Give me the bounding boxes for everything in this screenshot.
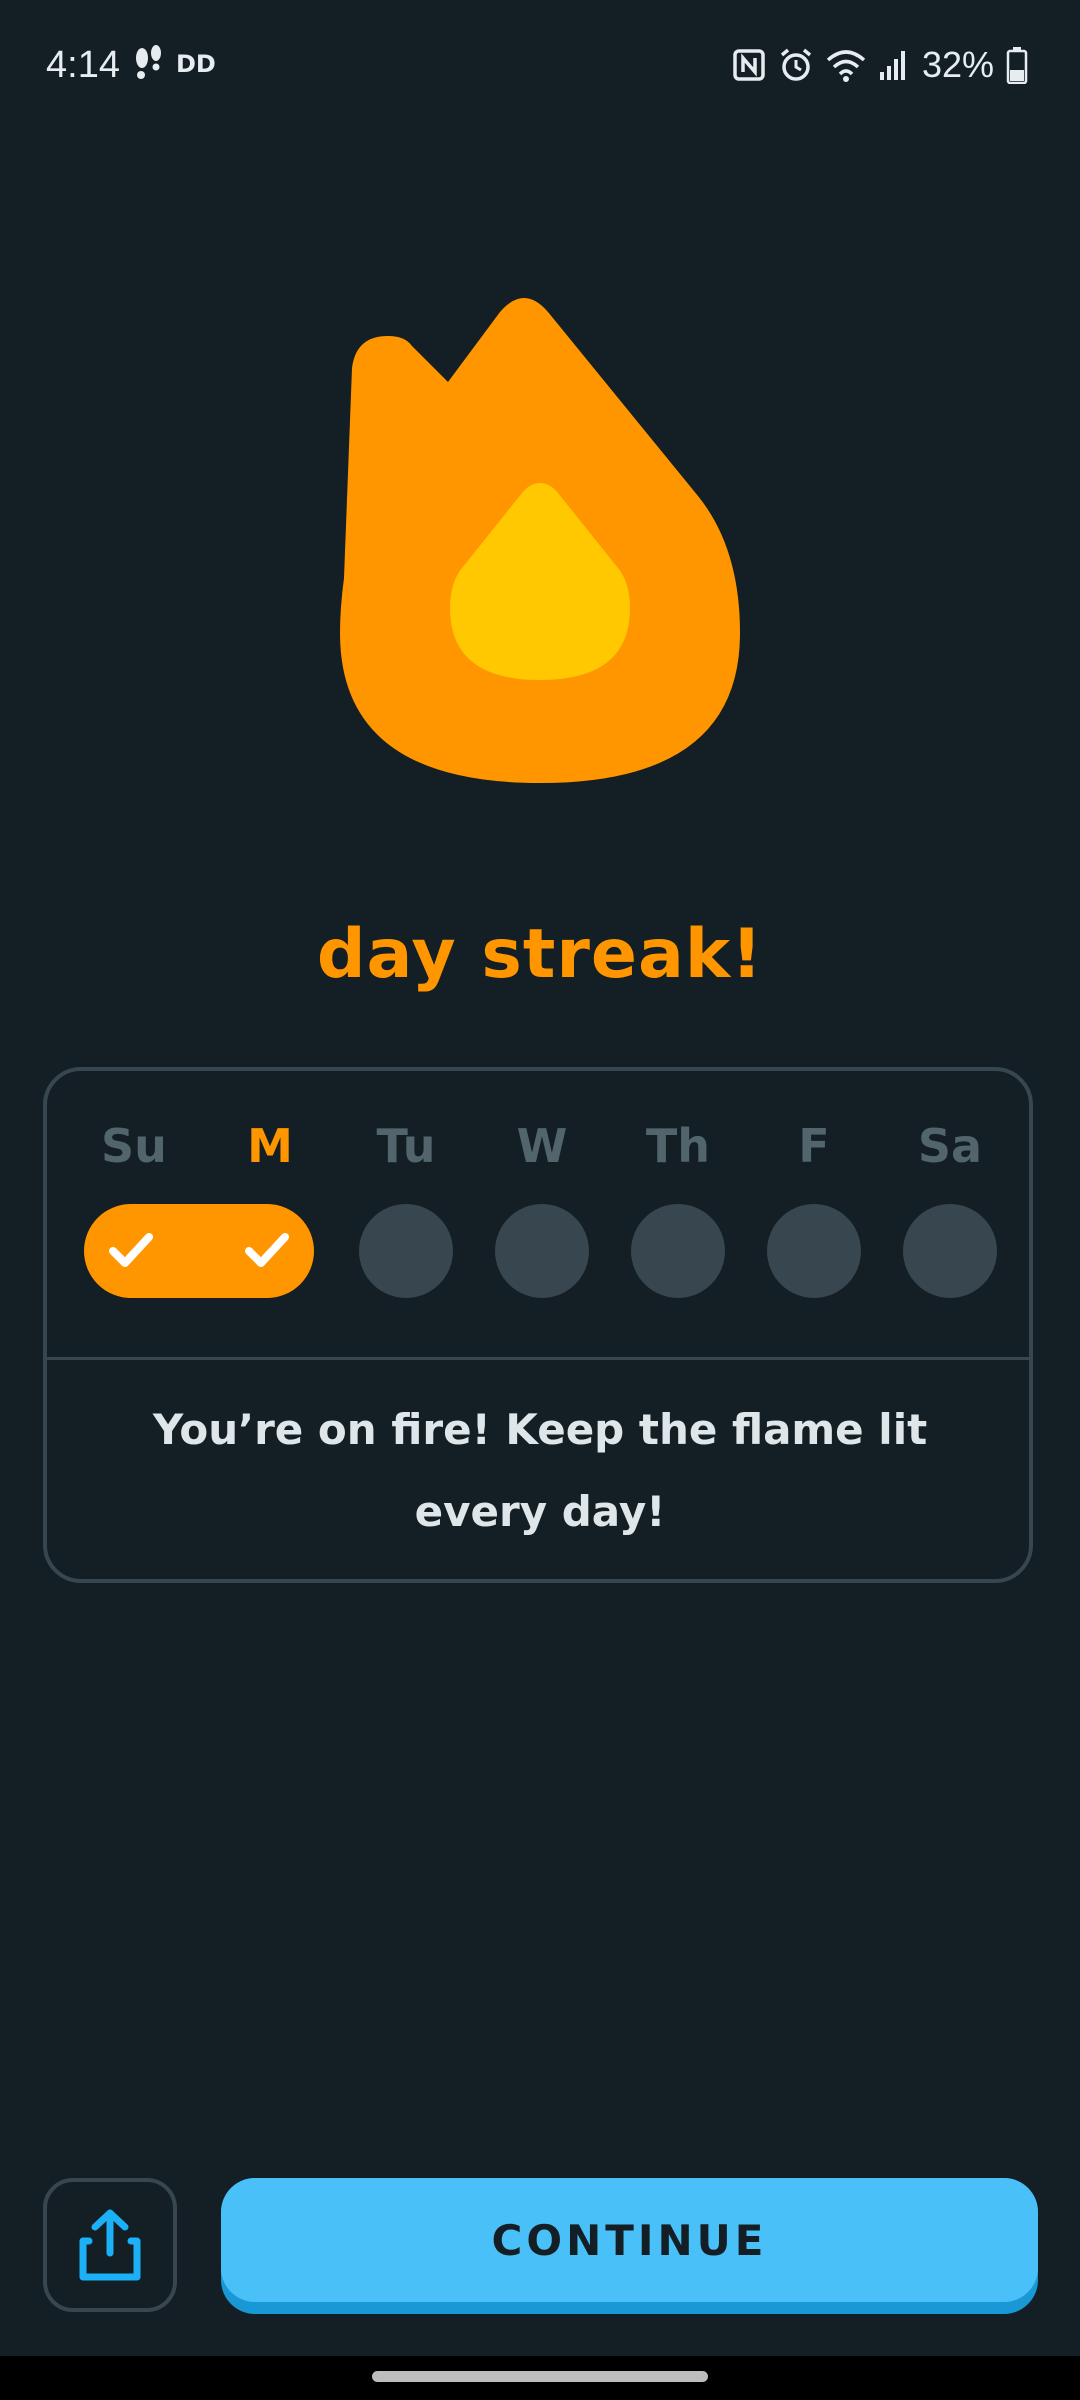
day-dot-tu <box>359 1204 453 1298</box>
dd-badge-icon: DD <box>176 50 216 78</box>
flame-icon <box>330 278 750 788</box>
battery-icon <box>1006 46 1028 84</box>
continue-button[interactable]: CONTINUE <box>221 2178 1038 2314</box>
alarm-icon <box>778 47 814 83</box>
streak-screen: 4:14 DD 32% day streak! Su M Tu W Th F S… <box>0 0 1080 2400</box>
check-icon-m <box>245 1233 289 1267</box>
day-label-tu: Tu <box>376 1119 436 1173</box>
footprints-icon <box>132 44 166 84</box>
share-button[interactable] <box>43 2178 177 2312</box>
day-label-w: W <box>516 1119 568 1173</box>
status-system-icons: 32% <box>732 44 1028 86</box>
status-notification-icons: DD <box>132 44 216 84</box>
completed-days-pill <box>84 1204 314 1298</box>
day-dot-w <box>495 1204 589 1298</box>
status-time: 4:14 <box>46 44 120 86</box>
week-streak-card: Su M Tu W Th F Sa You’re on fire! Keep t… <box>43 1067 1033 1583</box>
status-bar: 4:14 DD 32% <box>0 0 1080 130</box>
streak-title: day streak! <box>316 915 764 994</box>
day-dot-f <box>767 1204 861 1298</box>
day-labels: Su M Tu W Th F Sa <box>47 1119 1029 1179</box>
day-label-f: F <box>798 1119 830 1173</box>
continue-label: CONTINUE <box>221 2178 1038 2302</box>
check-icon-su <box>109 1233 153 1267</box>
signal-icon <box>878 48 910 82</box>
day-dot-sa <box>903 1204 997 1298</box>
card-divider <box>47 1357 1029 1360</box>
day-label-sa: Sa <box>917 1119 983 1173</box>
day-dot-th <box>631 1204 725 1298</box>
day-label-m: M <box>247 1119 293 1173</box>
streak-message: You’re on fire! Keep the flame lit every… <box>152 1405 928 1536</box>
day-label-th: Th <box>645 1119 711 1173</box>
nfc-icon <box>732 48 766 82</box>
share-icon <box>79 2209 141 2281</box>
wifi-icon <box>826 48 866 82</box>
day-label-su: Su <box>101 1119 167 1173</box>
home-indicator[interactable] <box>372 2371 708 2382</box>
battery-percent: 32% <box>921 44 994 85</box>
